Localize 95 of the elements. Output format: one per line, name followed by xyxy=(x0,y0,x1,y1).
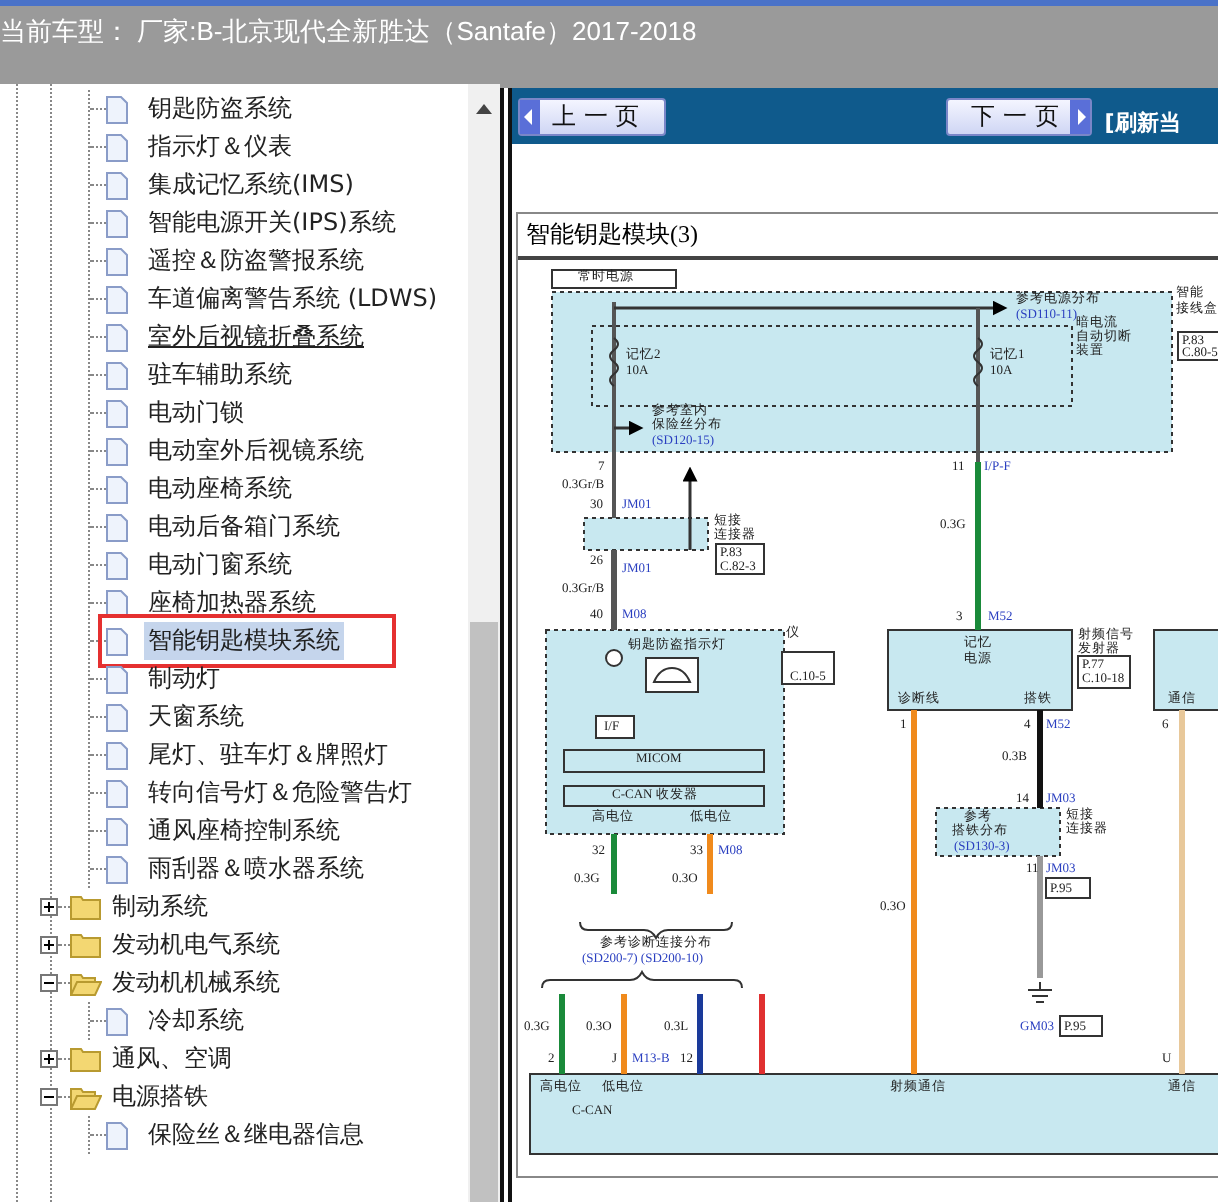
wire xyxy=(611,550,617,630)
collapse-icon[interactable] xyxy=(40,1088,58,1106)
tree-folder[interactable]: 发动机电气系统 xyxy=(112,928,280,962)
document-icon xyxy=(106,247,128,275)
expand-icon[interactable] xyxy=(40,1050,58,1068)
expand-icon[interactable] xyxy=(40,898,58,916)
page-ref-box xyxy=(1045,877,1091,899)
page-ref-box xyxy=(715,543,765,575)
document-icon xyxy=(106,285,128,313)
document-icon xyxy=(106,95,128,123)
tree-item[interactable]: 电动门锁 xyxy=(144,394,248,432)
arrow-left-icon xyxy=(520,99,540,133)
page-ref-box xyxy=(1059,1015,1103,1037)
document-icon xyxy=(106,171,128,199)
tree-folder[interactable]: 发动机机械系统 xyxy=(112,966,280,1000)
tree-item[interactable]: 制动灯 xyxy=(144,660,224,698)
wire xyxy=(611,834,617,894)
tree-item[interactable]: 座椅加热器系统 xyxy=(144,584,320,622)
document-icon xyxy=(106,437,128,465)
tree-item[interactable]: 电动座椅系统 xyxy=(144,470,296,508)
wire xyxy=(559,994,565,1074)
document-icon xyxy=(106,779,128,807)
tree-item[interactable]: 驻车辅助系统 xyxy=(144,356,296,394)
scrollbar-thumb[interactable] xyxy=(470,622,498,1202)
document-icon xyxy=(106,665,128,693)
page-ref-box xyxy=(1077,655,1131,689)
short-connector-box xyxy=(583,517,709,551)
page-ref-box xyxy=(781,651,835,685)
tree-item[interactable]: 电动室外后视镜系统 xyxy=(144,432,368,470)
document-icon xyxy=(106,133,128,161)
document-icon xyxy=(106,361,128,389)
lamp-icon xyxy=(605,649,623,667)
previous-page-button[interactable]: 上 一 页 xyxy=(518,97,666,135)
tree-item[interactable]: 天窗系统 xyxy=(144,698,248,736)
scroll-up-icon[interactable] xyxy=(476,104,492,114)
tree-item[interactable]: 集成记忆系统(IMS) xyxy=(144,166,358,204)
document-icon xyxy=(106,817,128,845)
arrow xyxy=(682,466,698,550)
tree-item[interactable]: 智能电源开关(IPS)系统 xyxy=(144,204,400,242)
folder-icon xyxy=(70,1046,102,1072)
ground-icon xyxy=(1027,981,1053,1003)
tree-item[interactable]: 电动后备箱门系统 xyxy=(144,508,344,546)
document-icon xyxy=(106,209,128,237)
document-icon xyxy=(106,1121,128,1149)
wire xyxy=(1037,710,1043,808)
tree-folder[interactable]: 制动系统 xyxy=(112,890,208,924)
document-icon xyxy=(106,513,128,541)
document-icon xyxy=(106,475,128,503)
next-page-button[interactable]: 下 一 页 xyxy=(945,97,1093,135)
folder-icon xyxy=(70,894,102,920)
tree-folder[interactable]: 通风、空调 xyxy=(112,1042,232,1076)
tree-item[interactable]: 通风座椅控制系统 xyxy=(144,812,344,850)
tree-item[interactable]: 室外后视镜折叠系统 xyxy=(144,318,368,356)
collapse-icon[interactable] xyxy=(40,974,58,992)
refresh-link[interactable]: [刷新当 xyxy=(1104,107,1181,137)
document-icon xyxy=(106,551,128,579)
document-icon xyxy=(106,627,128,655)
tree-folder[interactable]: 电源搭铁 xyxy=(112,1080,208,1114)
folder-icon xyxy=(70,932,102,958)
document-icon xyxy=(106,741,128,769)
tree-item[interactable]: 车道偏离警告系统 (LDWS) xyxy=(144,280,442,318)
wire xyxy=(1037,856,1043,978)
short-connector-box xyxy=(935,807,1061,857)
tree-item[interactable]: 尾灯、驻车灯＆牌照灯 xyxy=(144,736,392,774)
document-icon xyxy=(106,855,128,883)
document-icon xyxy=(106,399,128,427)
tree-item[interactable]: 智能钥匙模块系统 xyxy=(144,622,344,660)
diagram-title: 智能钥匙模块(3) xyxy=(518,214,1218,260)
arrow xyxy=(614,420,644,436)
tree-item[interactable]: 遥控＆防盗警报系统 xyxy=(144,242,368,280)
wire xyxy=(621,994,627,1074)
tree-item[interactable]: 转向信号灯＆危险警告灯 xyxy=(144,774,416,812)
tree-item[interactable]: 指示灯＆仪表 xyxy=(144,128,296,166)
tree-item[interactable]: 电动门窗系统 xyxy=(144,546,296,584)
document-icon xyxy=(106,323,128,351)
wire xyxy=(697,994,703,1074)
document-icon xyxy=(106,589,128,617)
scrollbar[interactable] xyxy=(468,84,500,1202)
module-box xyxy=(1153,629,1218,711)
interface-box xyxy=(595,715,635,739)
fuse-drawing xyxy=(609,337,619,387)
document-icon xyxy=(106,703,128,731)
document-icon xyxy=(106,1007,128,1035)
open-folder-icon xyxy=(70,970,102,996)
wire xyxy=(707,834,713,894)
tree-item[interactable]: 保险丝＆继电器信息 xyxy=(144,1116,368,1154)
fuse-drawing xyxy=(973,337,983,387)
expand-icon[interactable] xyxy=(40,936,58,954)
tree-item[interactable]: 冷却系统 xyxy=(144,1002,248,1040)
tree-item[interactable]: 雨刮器＆喷水器系统 xyxy=(144,850,368,888)
open-folder-icon xyxy=(70,1084,102,1110)
label-box xyxy=(551,269,677,289)
wire xyxy=(759,994,765,1074)
arrow-right-icon xyxy=(1070,99,1091,133)
tree-item[interactable]: 钥匙防盗系统 xyxy=(144,90,296,128)
